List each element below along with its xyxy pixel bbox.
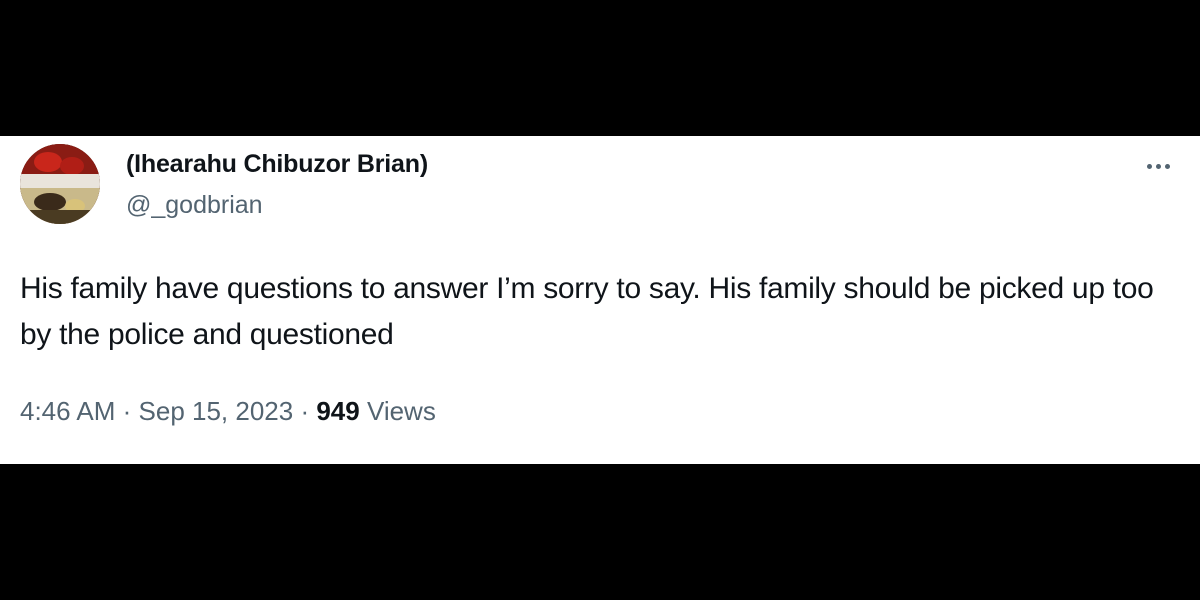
meta-separator: · xyxy=(115,396,139,426)
more-options-icon-dot xyxy=(1155,163,1161,169)
author-handle[interactable]: @_godbrian xyxy=(126,191,263,220)
tweet-text: His family have questions to answer I’m … xyxy=(20,272,1154,351)
author-display-name[interactable]: (Ihearahu Chibuzor Brian) xyxy=(126,150,428,179)
tweet-meta: 4:46 AM · Sep 15, 2023 · 949 Views xyxy=(20,396,436,427)
author-avatar[interactable] xyxy=(20,144,100,224)
more-options-icon-dot xyxy=(1164,163,1170,169)
tweet-timestamp[interactable]: 4:46 AM xyxy=(20,396,115,426)
avatar-image xyxy=(20,144,100,224)
more-options-button[interactable] xyxy=(1138,156,1178,176)
tweet-date[interactable]: Sep 15, 2023 xyxy=(139,396,294,426)
tweet-card: (Ihearahu Chibuzor Brian) @_godbrian His… xyxy=(0,136,1200,464)
views-count[interactable]: 949 xyxy=(316,396,359,426)
meta-separator: · xyxy=(293,396,317,426)
more-options-icon xyxy=(1146,163,1152,169)
views-label: Views xyxy=(359,396,436,426)
